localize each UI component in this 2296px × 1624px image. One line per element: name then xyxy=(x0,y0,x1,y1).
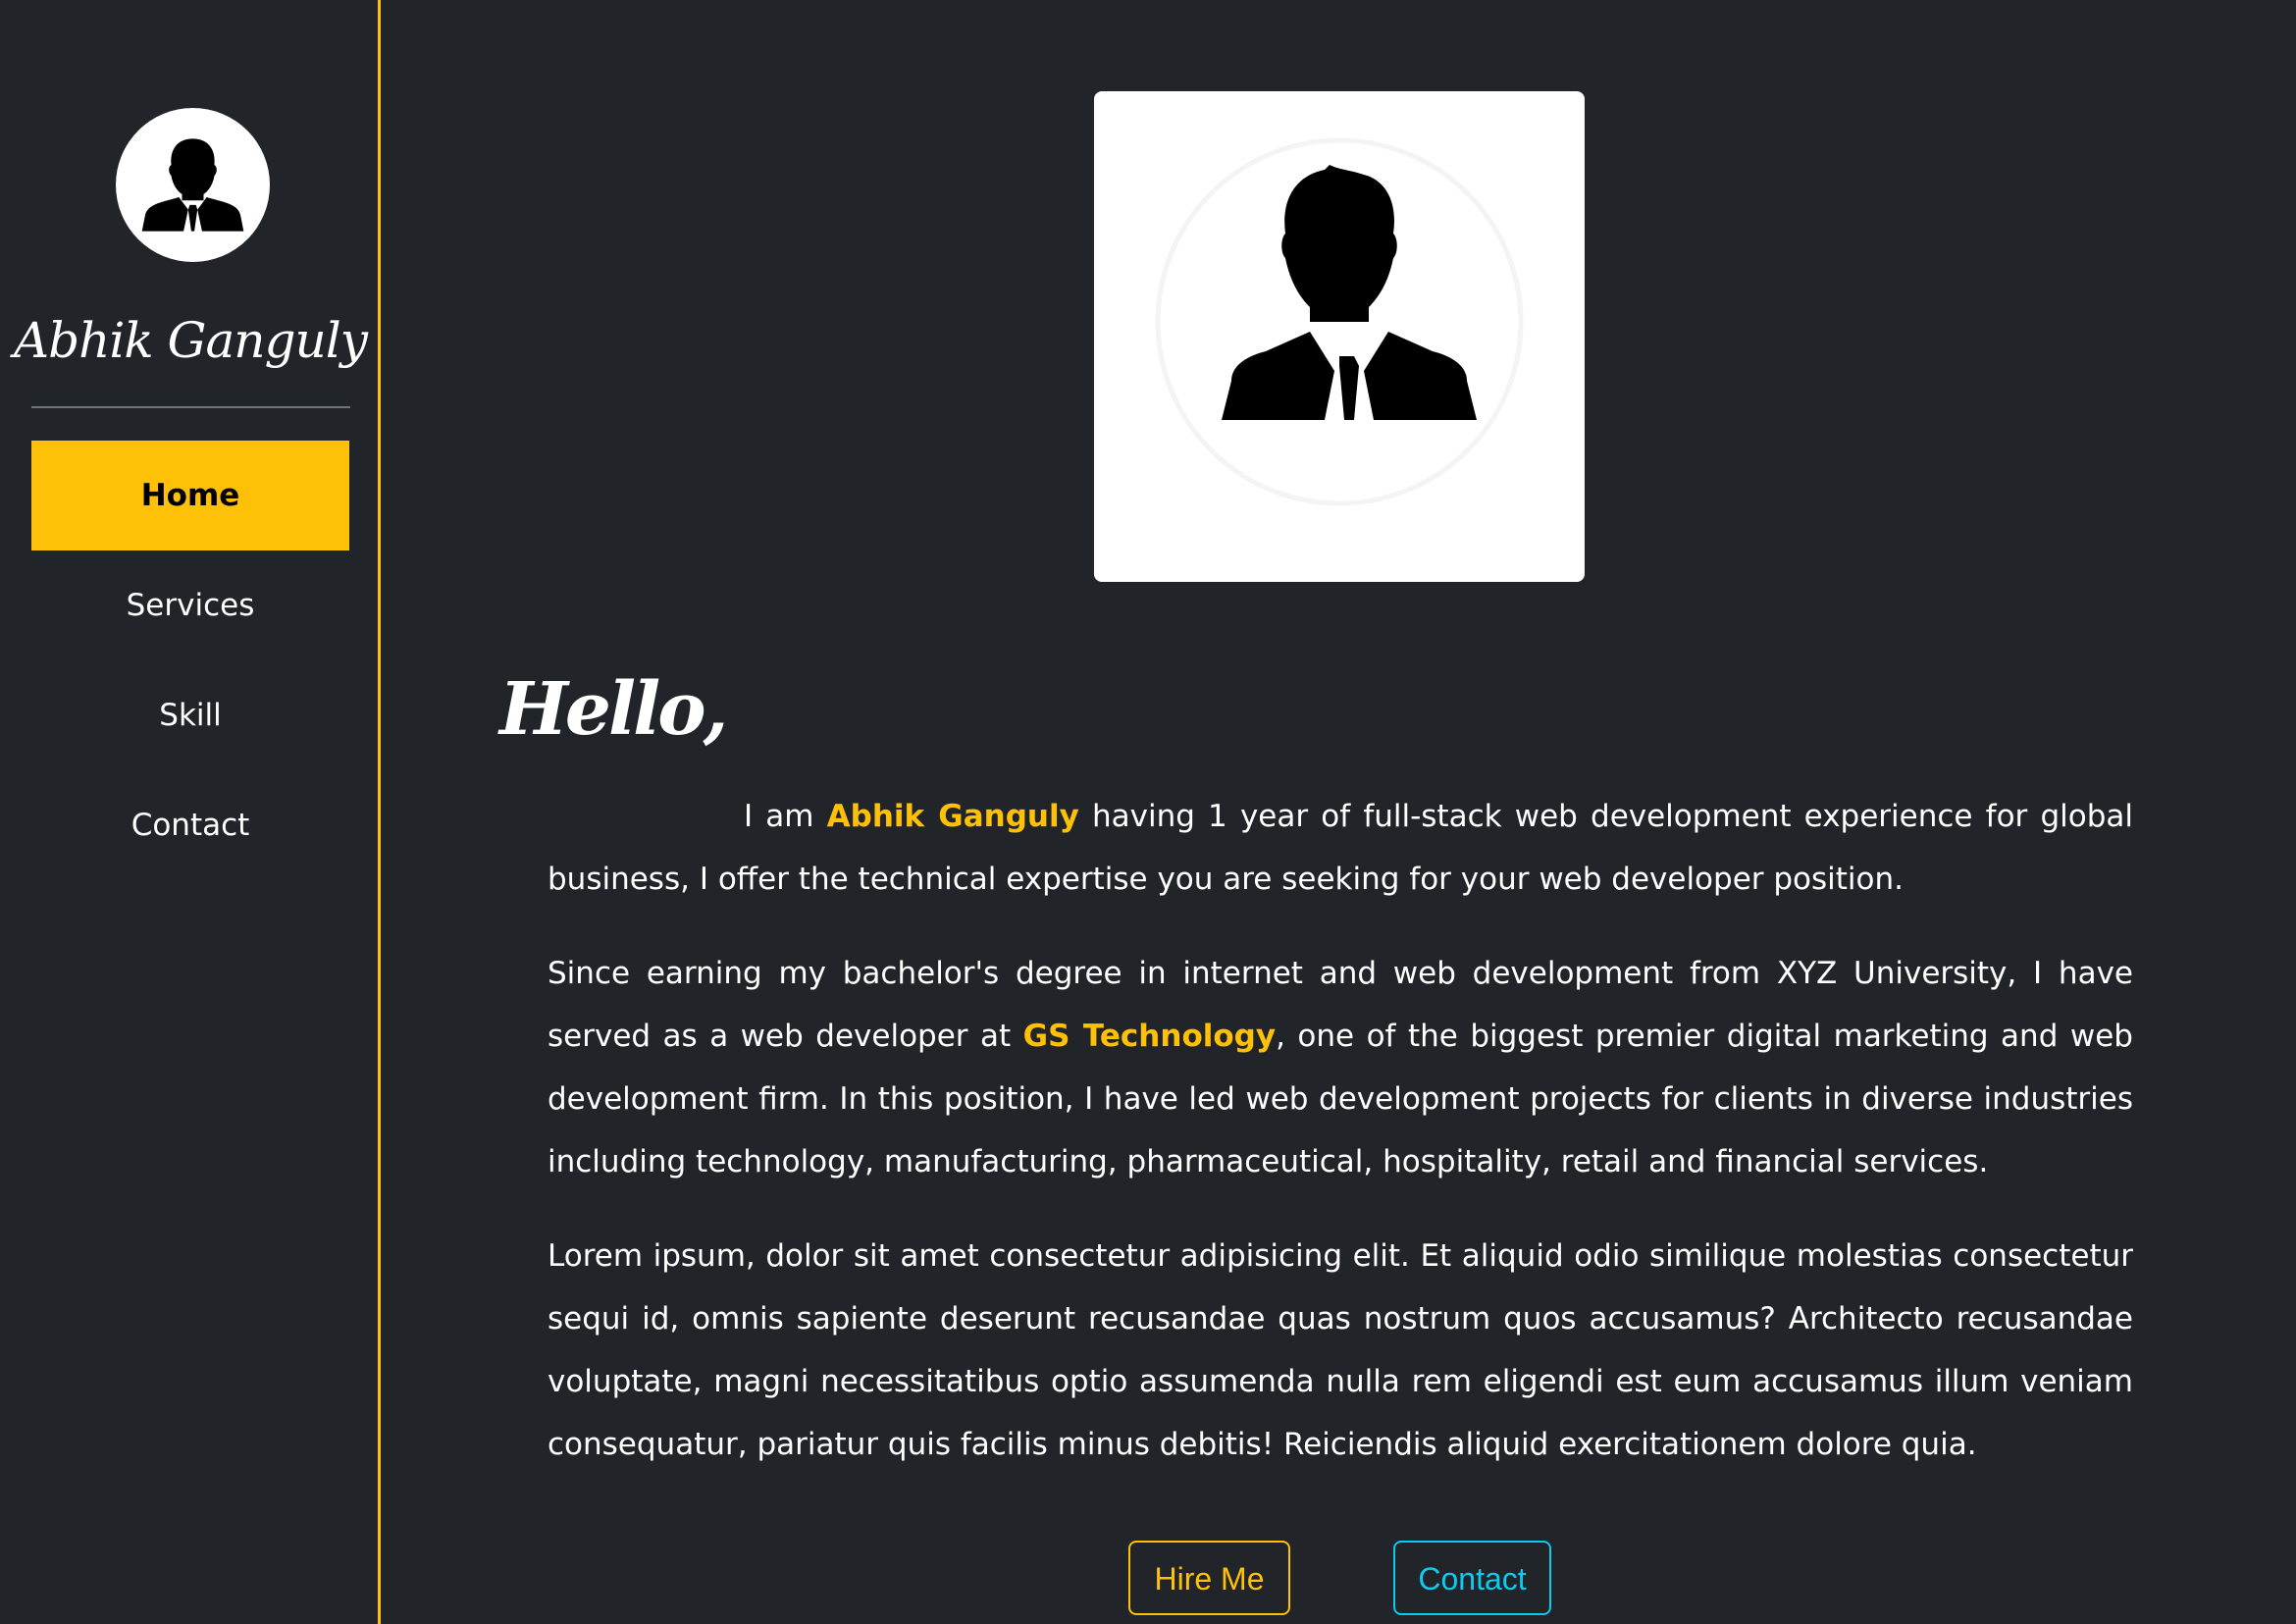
intro-paragraph-2: Since earning my bachelor's degree in in… xyxy=(548,942,2133,1193)
nav-item-skill[interactable]: Skill xyxy=(31,660,349,770)
sidebar-divider xyxy=(31,406,350,408)
brand-name[interactable]: Abhik Ganguly xyxy=(0,312,381,369)
intro-text-span: I am xyxy=(744,799,827,834)
main-content: Hello, I am Abhik Ganguly having 1 year … xyxy=(384,0,2296,1624)
highlight-company: GS Technology xyxy=(1022,1019,1277,1054)
user-silhouette-icon xyxy=(1155,137,1524,506)
intro-text: I am Abhik Ganguly having 1 year of full… xyxy=(548,785,2133,1507)
greeting-heading: Hello, xyxy=(499,667,728,752)
nav-item-services[interactable]: Services xyxy=(31,550,349,660)
contact-button[interactable]: Contact xyxy=(1393,1541,1551,1615)
nav-item-home[interactable]: Home xyxy=(31,441,349,550)
sidebar-nav: Home Services Skill Contact xyxy=(31,441,349,880)
intro-paragraph-3: Lorem ipsum, dolor sit amet consectetur … xyxy=(548,1238,2133,1462)
nav-item-contact[interactable]: Contact xyxy=(31,770,349,880)
highlight-name: Abhik Ganguly xyxy=(826,799,1079,834)
profile-image xyxy=(1094,91,1585,582)
user-silhouette-icon xyxy=(141,138,244,232)
hire-me-button[interactable]: Hire Me xyxy=(1128,1541,1290,1615)
intro-paragraph-1: I am Abhik Ganguly having 1 year of full… xyxy=(548,785,2133,911)
avatar xyxy=(116,108,270,262)
sidebar: Abhik Ganguly Home Services Skill Contac… xyxy=(0,0,381,1624)
